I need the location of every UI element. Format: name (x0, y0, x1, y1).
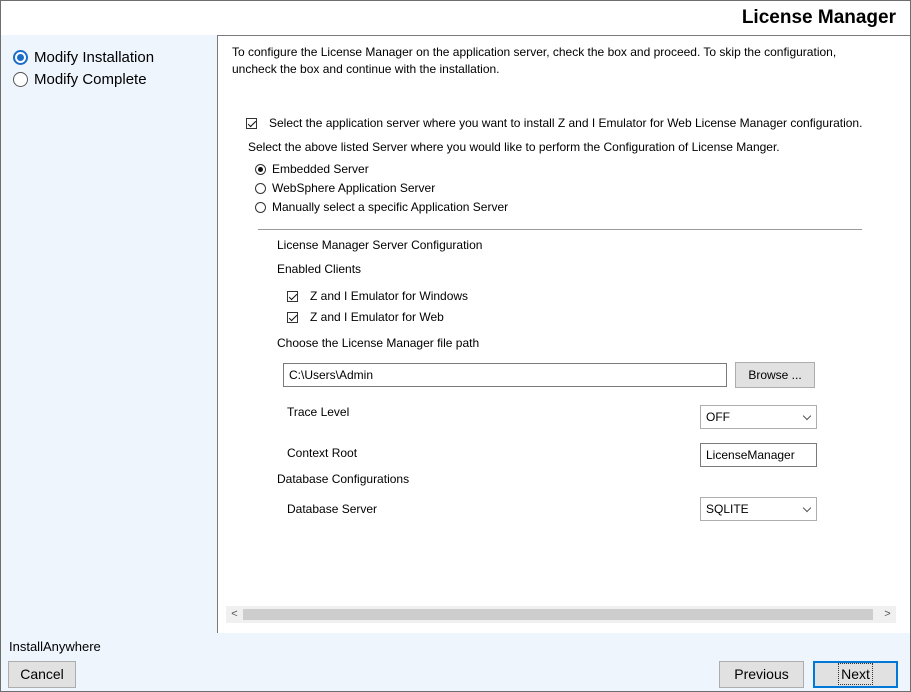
next-button[interactable]: Next (813, 661, 898, 688)
checkbox-checked-icon[interactable] (287, 290, 298, 302)
select-server-checkbox-row[interactable]: Select the application server where you … (246, 116, 862, 130)
radio-unselected-icon[interactable] (255, 201, 266, 213)
client-label: Z and I Emulator for Windows (310, 289, 469, 303)
divider (258, 229, 862, 230)
config-title-text: License Manager Server Configuration (277, 238, 483, 252)
radio-embedded-server[interactable]: Embedded Server (255, 162, 369, 176)
trace-level-label-text: Trace Level (287, 405, 350, 419)
radio-unselected-icon (13, 72, 28, 87)
chevron-down-icon (802, 411, 812, 421)
db-config-label: Database Configurations (277, 472, 409, 486)
installer-window: License Manager Modify Installation Modi… (0, 0, 911, 692)
chevron-down-icon (802, 503, 812, 513)
enabled-clients-text: Enabled Clients (277, 262, 362, 276)
radio-manual-server[interactable]: Manually select a specific Application S… (255, 200, 508, 214)
sidebar-step-label: Modify Complete (34, 71, 147, 88)
select-server-checkbox-label: Select the application server where you … (269, 116, 863, 130)
intro-text: To configure the License Manager on the … (232, 45, 837, 76)
cancel-button[interactable]: Cancel (8, 661, 76, 688)
radio-selected-icon[interactable] (255, 163, 266, 175)
server-prompt-text: Select the above listed Server where you… (248, 140, 780, 154)
file-path-label-text: Choose the License Manager file path (277, 336, 480, 350)
enabled-clients-label: Enabled Clients (277, 262, 361, 276)
footer-brand: InstallAnywhere (9, 639, 101, 654)
next-button-label: Next (838, 663, 873, 685)
client-label: Z and I Emulator for Web (310, 310, 444, 324)
sidebar-step-modify-complete: Modify Complete (13, 71, 147, 88)
radio-websphere-server[interactable]: WebSphere Application Server (255, 181, 435, 195)
radio-label: Embedded Server (272, 162, 369, 176)
config-title: License Manager Server Configuration (277, 238, 482, 252)
client-windows-checkbox-row[interactable]: Z and I Emulator for Windows (287, 289, 468, 303)
scrollbar-thumb[interactable] (243, 609, 873, 620)
db-server-value: SQLITE (706, 502, 749, 516)
file-path-label: Choose the License Manager file path (277, 336, 479, 350)
radio-label: WebSphere Application Server (272, 181, 436, 195)
checkbox-checked-icon[interactable] (246, 117, 257, 129)
sidebar-step-modify-installation: Modify Installation (13, 49, 154, 66)
db-server-label: Database Server (287, 502, 377, 516)
horizontal-scrollbar[interactable]: < > (226, 606, 896, 623)
context-root-label-text: Context Root (287, 446, 358, 460)
page-title: License Manager (741, 7, 896, 28)
main-panel: To configure the License Manager on the … (217, 35, 910, 633)
file-path-input[interactable]: C:\Users\Admin (283, 363, 727, 387)
previous-button[interactable]: Previous (719, 661, 804, 688)
scroll-left-icon[interactable]: < (226, 606, 243, 623)
sidebar-step-label: Modify Installation (34, 49, 155, 66)
radio-unselected-icon[interactable] (255, 182, 266, 194)
db-server-label-text: Database Server (287, 502, 378, 516)
header: License Manager (1, 1, 910, 35)
radio-selected-icon (13, 50, 28, 65)
scroll-right-icon[interactable]: > (879, 606, 896, 623)
db-config-label-text: Database Configurations (277, 472, 410, 486)
trace-level-select[interactable]: OFF (700, 405, 817, 429)
trace-level-value: OFF (706, 410, 730, 424)
radio-label: Manually select a specific Application S… (272, 200, 509, 214)
sidebar: Modify Installation Modify Complete (1, 35, 209, 633)
context-root-input[interactable]: LicenseManager (700, 443, 817, 467)
context-root-label: Context Root (287, 446, 357, 460)
trace-level-label: Trace Level (287, 405, 349, 419)
browse-button[interactable]: Browse ... (735, 362, 815, 388)
db-server-select[interactable]: SQLITE (700, 497, 817, 521)
client-web-checkbox-row[interactable]: Z and I Emulator for Web (287, 310, 444, 324)
checkbox-checked-icon[interactable] (287, 311, 298, 323)
server-prompt: Select the above listed Server where you… (248, 140, 780, 154)
